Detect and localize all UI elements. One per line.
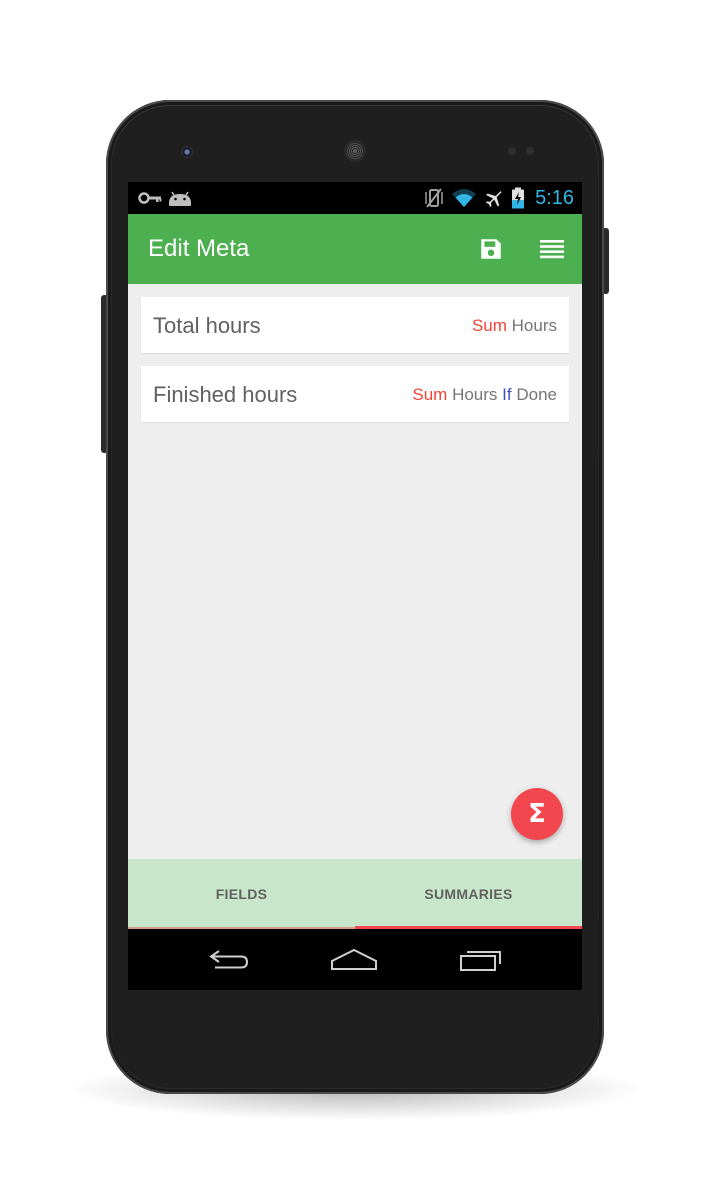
- system-nav-bar: [128, 929, 582, 990]
- vibrate-off-icon: [425, 188, 443, 208]
- vpn-key-icon: [138, 192, 162, 204]
- recents-button[interactable]: [456, 945, 506, 975]
- home-button[interactable]: [329, 945, 379, 975]
- recents-icon: [460, 951, 501, 971]
- wifi-icon: [452, 189, 477, 207]
- list-menu-icon: [540, 240, 564, 259]
- android-debug-icon: [169, 191, 191, 206]
- summary-formula: Sum Hours: [472, 316, 557, 336]
- summary-label: Total hours: [153, 313, 261, 338]
- status-right-icons: 5:16: [423, 186, 574, 210]
- summary-card-finished-hours[interactable]: Finished hours Sum Hours If Done: [141, 366, 569, 422]
- front-camera: [181, 146, 193, 158]
- summary-label: Finished hours: [153, 382, 298, 407]
- tab-fields[interactable]: FIELDS: [128, 859, 355, 929]
- phone-screen: 5:16 Edit Meta Total hours Sum Hours Fin…: [128, 182, 582, 990]
- back-icon: [209, 950, 249, 969]
- summary-card-total-hours[interactable]: Total hours Sum Hours: [141, 297, 569, 353]
- list-menu-button[interactable]: [538, 235, 566, 263]
- earpiece-speaker: [344, 140, 366, 162]
- app-bar-title: Edit Meta: [148, 235, 250, 262]
- back-button[interactable]: [204, 945, 254, 975]
- formula-condition: If: [502, 385, 512, 404]
- formula-condition-field: Done: [516, 385, 557, 404]
- sigma-icon: Σ: [528, 799, 546, 829]
- summaries-list: Total hours Sum Hours Finished hours Sum…: [128, 284, 582, 859]
- status-bar: 5:16: [128, 182, 582, 214]
- status-left-icons: [138, 188, 202, 208]
- formula-function: Sum: [412, 385, 448, 404]
- summary-formula: Sum Hours If Done: [412, 385, 557, 405]
- battery-charging-icon: [512, 187, 525, 209]
- save-button[interactable]: [477, 235, 505, 263]
- formula-function: Sum: [471, 316, 507, 335]
- formula-field: Hours: [452, 385, 498, 404]
- proximity-sensors: [508, 147, 538, 155]
- app-bar: Edit Meta: [128, 214, 582, 284]
- airplane-mode-icon: [485, 191, 502, 208]
- tab-summaries[interactable]: SUMMARIES: [355, 859, 582, 929]
- tab-bar: FIELDS SUMMARIES: [128, 859, 582, 929]
- home-icon: [331, 948, 377, 970]
- formula-field: Hours: [511, 316, 557, 335]
- save-icon: [481, 239, 501, 259]
- add-summary-fab[interactable]: Σ: [511, 788, 563, 840]
- status-time: 5:16: [535, 186, 574, 209]
